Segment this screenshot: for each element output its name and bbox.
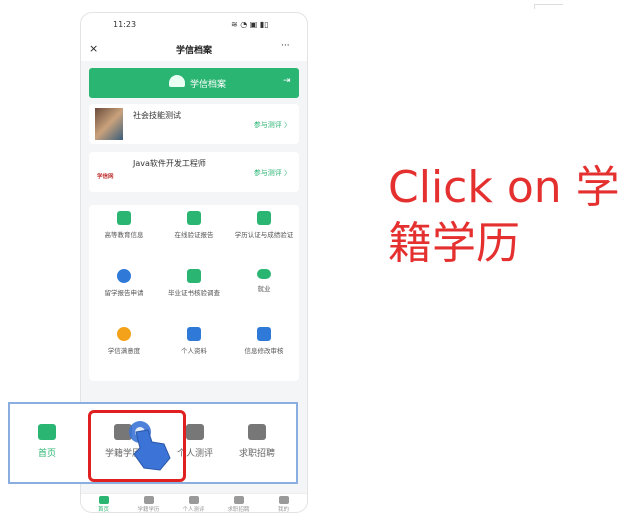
zoom-nav-home[interactable]: 首页 (12, 424, 82, 459)
nav-profile[interactable]: 我的 (261, 494, 306, 512)
checklist-icon (187, 327, 201, 341)
clipboard-icon (186, 424, 204, 440)
instruction-text: Click on 学籍学历 (388, 162, 620, 269)
grid-item[interactable]: 信息修改审核 (229, 321, 299, 377)
home-icon (98, 496, 109, 504)
certificate-icon (257, 211, 271, 225)
grid-item[interactable]: 高等教育信息 (89, 205, 159, 261)
person-icon (278, 496, 289, 504)
card-title: 社会技能测试 (133, 111, 181, 120)
person-icon (187, 269, 201, 283)
exit-icon[interactable]: ⇥ (283, 76, 291, 86)
smile-icon (117, 327, 131, 341)
shield-icon (187, 211, 201, 225)
test-card-1[interactable]: 社会技能测试 参与测评 〉 (89, 104, 299, 144)
graduation-cap-icon (143, 496, 154, 504)
test-card-2[interactable]: 学信网 Java软件开发工程师 参与测评 〉 (89, 152, 299, 192)
graduate-icon (117, 211, 131, 225)
zoom-nav-jobs[interactable]: 求职招聘 (222, 424, 292, 459)
nav-education[interactable]: 学籍学历 (126, 494, 171, 512)
grid-item[interactable]: 毕业证书核验调查 (159, 263, 229, 319)
globe-icon (117, 269, 131, 283)
clipboard-icon (188, 496, 199, 504)
nav-home[interactable]: 首页 (81, 494, 126, 512)
status-time: 11:23 (113, 20, 137, 29)
page-title: 学信档案 (175, 46, 212, 56)
card-link[interactable]: 参与测评 〉 (254, 120, 291, 130)
more-button[interactable]: ··· (281, 41, 290, 51)
nav-assessment[interactable]: 个人测评 (171, 494, 216, 512)
nav-jobs[interactable]: 求职招聘 (216, 494, 261, 512)
brand-logo: 学信网 (97, 174, 114, 180)
grid-item[interactable]: 在线验证报告 (159, 205, 229, 261)
grid-item[interactable]: 学历认证与成绩验证 (229, 205, 299, 261)
grid-item[interactable]: 个人资料 (159, 321, 229, 377)
title-bar: × 学信档案 ··· (81, 35, 307, 61)
profile-banner[interactable]: 学信档案 ⇥ (89, 68, 299, 98)
pointer-hand-icon (129, 421, 171, 471)
status-indicators: ≋ ◔ ▣ ▮▯ (231, 20, 269, 29)
grid-item[interactable]: 留学报告申请 (89, 263, 159, 319)
corner-mark (534, 4, 563, 9)
cloud-icon (169, 75, 185, 87)
home-icon (38, 424, 56, 440)
grid-item[interactable]: 就业 (229, 263, 299, 319)
job-icon (257, 269, 271, 279)
badge-icon (257, 327, 271, 341)
card-link[interactable]: 参与测评 〉 (254, 168, 291, 178)
briefcase-icon (233, 496, 244, 504)
banner-label: 学信档案 (190, 80, 227, 90)
card-thumbnail (95, 108, 123, 140)
grid-item[interactable]: 学信满意度 (89, 321, 159, 377)
briefcase-icon (248, 424, 266, 440)
bottom-nav: 首页 学籍学历 个人测评 求职招聘 我的 (81, 493, 307, 512)
card-title: Java软件开发工程师 (133, 159, 206, 168)
service-grid: 高等教育信息 在线验证报告 学历认证与成绩验证 留学报告申请 毕业证书核验调查 … (89, 205, 299, 381)
status-bar: 11:23 ≋ ◔ ▣ ▮▯ (81, 13, 307, 35)
